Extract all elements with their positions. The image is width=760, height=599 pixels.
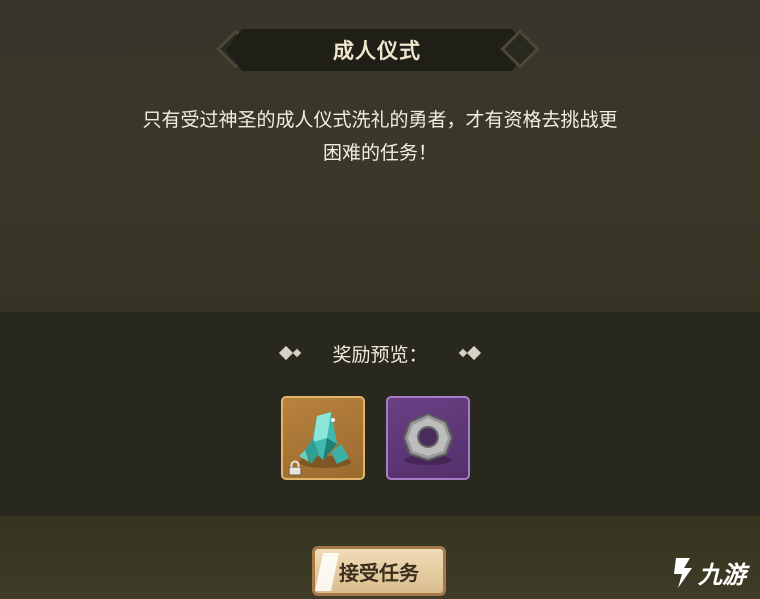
description-line-2: 困难的任务！: [322, 142, 437, 164]
reward-header: 奖励预览：: [0, 338, 760, 368]
accept-quest-button[interactable]: 接受任务: [312, 546, 446, 596]
reward-item-stone-ring[interactable]: [386, 396, 470, 480]
reward-preview-label: 奖励预览：: [332, 343, 428, 366]
lock-icon: [288, 460, 302, 476]
right-diamond-ornament: [458, 345, 481, 361]
left-diamond-ornament: [279, 345, 302, 361]
accept-quest-label: 接受任务: [339, 560, 419, 585]
dialog-title: 成人仪式: [333, 39, 421, 63]
description-line-1: 只有受过神圣的成人仪式洗礼的勇者，才有资格去挑战更: [142, 109, 618, 131]
title-banner: 成人仪式: [226, 29, 528, 71]
jiuyou-logo-icon: [674, 558, 692, 588]
quest-description: 只有受过神圣的成人仪式洗礼的勇者，才有资格去挑战更 困难的任务！: [90, 104, 670, 170]
stone-ring-icon: [402, 412, 454, 465]
watermark: 九游: [670, 552, 746, 592]
reward-item-crystal[interactable]: [281, 396, 365, 480]
watermark-text: 九游: [698, 560, 746, 589]
